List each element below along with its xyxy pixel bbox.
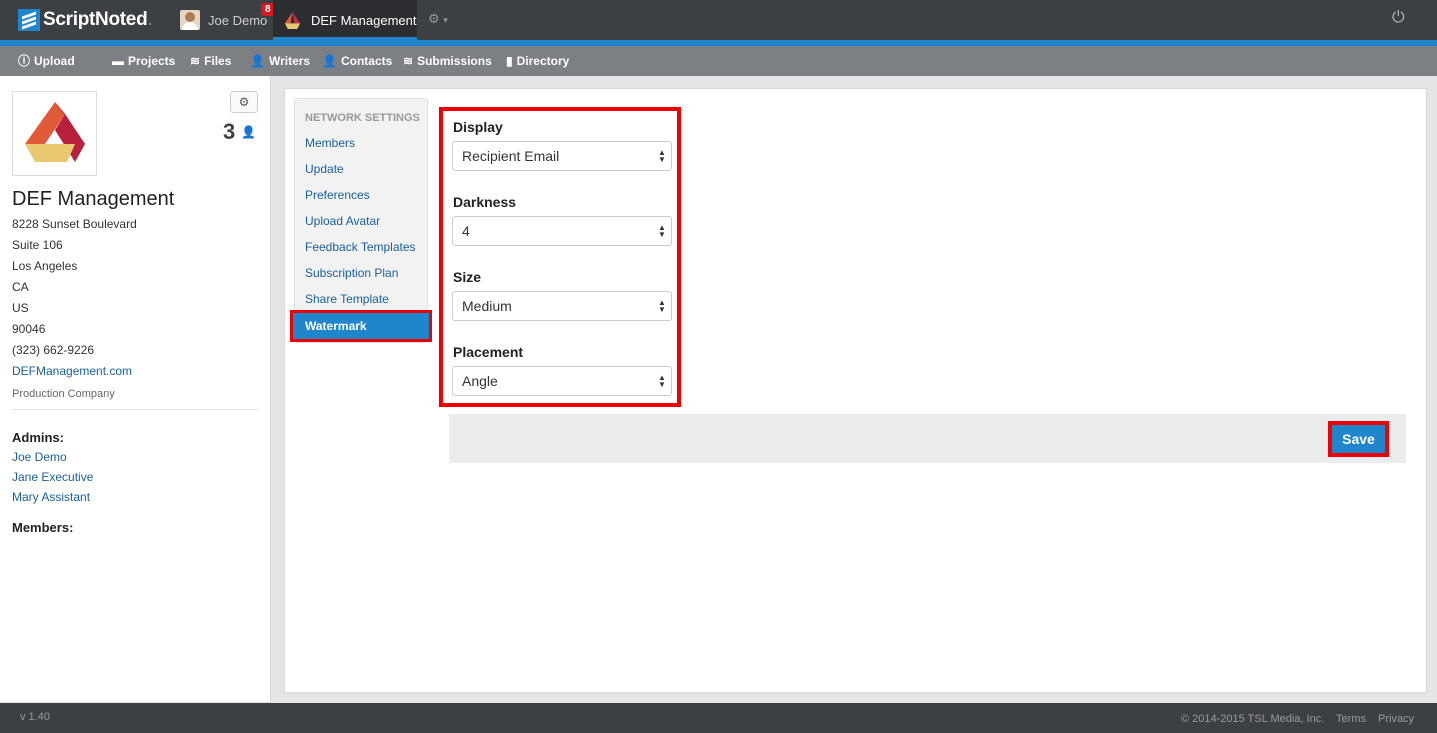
size-label: Size [453, 269, 482, 285]
display-value: Recipient Email [462, 148, 560, 164]
admin-link[interactable]: Jane Executive [12, 470, 93, 484]
nav-contacts-label: Contacts [340, 54, 393, 68]
form-actions: Save [449, 414, 1406, 463]
nav-submissions-label: Submissions [417, 54, 492, 68]
terms-link[interactable]: Terms [1336, 713, 1366, 725]
logo-dot: . [147, 9, 153, 30]
person-icon: 👤 [250, 54, 265, 68]
darkness-select[interactable]: 4 ▲ ▼ [452, 216, 672, 246]
settings-item-members[interactable]: Members [305, 136, 355, 150]
settings-item-watermark[interactable]: Watermark [290, 310, 432, 342]
nav-upload-label: Upload [34, 54, 75, 68]
nav-upload[interactable]: ⓘ Upload [18, 46, 75, 76]
power-icon[interactable]: ⏻ [1392, 9, 1405, 27]
members-heading: Members: [12, 520, 74, 535]
org-type: Production Company [12, 388, 115, 400]
book-icon: ▮ [506, 54, 513, 68]
address-line: Los Angeles [12, 259, 78, 273]
gear-icon: ⚙ [428, 11, 440, 26]
org-logo [12, 91, 97, 176]
org-logo-image [25, 102, 85, 162]
placement-label: Placement [453, 344, 524, 360]
size-select[interactable]: Medium ▲ ▼ [452, 291, 672, 321]
chevron-down-icon: ▾ [443, 15, 448, 25]
select-arrows-icon: ▲ ▼ [658, 298, 666, 314]
gear-icon: ⚙ [238, 95, 250, 109]
nav-directory-label: Directory [516, 54, 570, 68]
footer: v 1.40 © 2014-2015 TSL Media, Inc. Terms… [0, 703, 1437, 733]
nav-files[interactable]: ≋ Files [190, 46, 231, 76]
placement-select[interactable]: Angle ▲ ▼ [452, 366, 672, 396]
org-name: DEF Management [12, 188, 175, 210]
address-line: CA [12, 280, 29, 294]
layers-icon: ≋ [190, 54, 201, 68]
org-profile-panel: ⚙ 3 👤 DEF Management 8228 Sunset Boulevar… [0, 76, 271, 702]
member-count: 3 👤 [223, 119, 256, 145]
person-icon: 👤 [322, 54, 337, 68]
nav-contacts[interactable]: 👤 Contacts [322, 46, 392, 76]
darkness-label: Darkness [453, 194, 517, 210]
copyright: © 2014-2015 TSL Media, Inc. [1181, 713, 1325, 725]
settings-item-share-template[interactable]: Share Template [305, 292, 389, 306]
nav-writers-label: Writers [268, 54, 311, 68]
settings-item-feedback-templates[interactable]: Feedback Templates [305, 240, 416, 254]
org-tab-label: DEF Management [311, 12, 417, 28]
member-count-value: 3 [223, 119, 236, 144]
nav-directory[interactable]: ▮ Directory [506, 46, 569, 76]
nav-submissions[interactable]: ≋ Submissions [403, 46, 492, 76]
main-nav: ⓘ Upload ▬ Projects ≋ Files 👤 Writers 👤 Conta… [0, 46, 1437, 76]
divider [12, 409, 258, 410]
user-menu[interactable]: Joe Demo [180, 10, 267, 30]
admins-heading: Admins: [12, 430, 64, 445]
address-line: 8228 Sunset Boulevard [12, 217, 137, 231]
address-line: 90046 [12, 322, 46, 336]
nav-projects[interactable]: ▬ Projects [112, 46, 175, 76]
version-label: v 1.40 [20, 711, 50, 723]
address-line: Suite 106 [12, 238, 63, 252]
darkness-value: 4 [462, 223, 470, 239]
nav-writers[interactable]: 👤 Writers [250, 46, 310, 76]
nav-projects-label: Projects [128, 54, 176, 68]
admin-link[interactable]: Mary Assistant [12, 490, 90, 504]
folder-icon: ▬ [112, 54, 124, 68]
privacy-link[interactable]: Privacy [1378, 713, 1414, 725]
settings-item-subscription-plan[interactable]: Subscription Plan [305, 266, 398, 280]
settings-item-update[interactable]: Update [305, 162, 344, 176]
save-highlight: Save [1328, 421, 1389, 457]
address-line: US [12, 301, 29, 315]
select-arrows-icon: ▲ ▼ [658, 223, 666, 239]
placement-value: Angle [462, 373, 498, 389]
upload-icon: ⓘ [18, 54, 31, 68]
layers-icon: ≋ [403, 54, 414, 68]
phone-number: (323) 662-9226 [12, 343, 95, 357]
settings-item-preferences[interactable]: Preferences [305, 188, 370, 202]
select-arrows-icon: ▲ ▼ [658, 148, 666, 164]
org-tab[interactable]: DEF Management [273, 0, 417, 40]
nav-files-label: Files [204, 54, 232, 68]
save-button[interactable]: Save [1332, 425, 1385, 453]
logo-text: ScriptNoted [43, 9, 148, 30]
admin-link[interactable]: Joe Demo [12, 450, 67, 464]
select-arrows-icon: ▲ ▼ [658, 373, 666, 389]
user-name: Joe Demo [208, 12, 268, 28]
watermark-form: Display Recipient Email ▲ ▼ Darkness 4 ▲ ▼… [439, 107, 681, 407]
org-tab-underline [273, 37, 417, 40]
settings-item-upload-avatar[interactable]: Upload Avatar [305, 214, 380, 228]
org-settings-button[interactable]: ⚙ [230, 91, 258, 113]
size-value: Medium [462, 298, 512, 314]
logo-icon [18, 9, 40, 31]
settings-dropdown[interactable]: ⚙ ▾ [428, 11, 448, 27]
settings-sidebar: NETWORK SETTINGS Members Update Preferen… [294, 98, 428, 343]
org-mini-logo [284, 11, 301, 29]
display-select[interactable]: Recipient Email ▲ ▼ [452, 141, 672, 171]
user-avatar [180, 10, 200, 30]
app-logo[interactable]: ScriptNoted. [18, 7, 153, 33]
person-icon: 👤 [241, 125, 257, 139]
display-label: Display [453, 119, 503, 135]
website-link[interactable]: DEFManagement.com [12, 364, 132, 378]
settings-heading: NETWORK SETTINGS [305, 112, 420, 124]
settings-card: NETWORK SETTINGS Members Update Preferen… [284, 88, 1427, 693]
